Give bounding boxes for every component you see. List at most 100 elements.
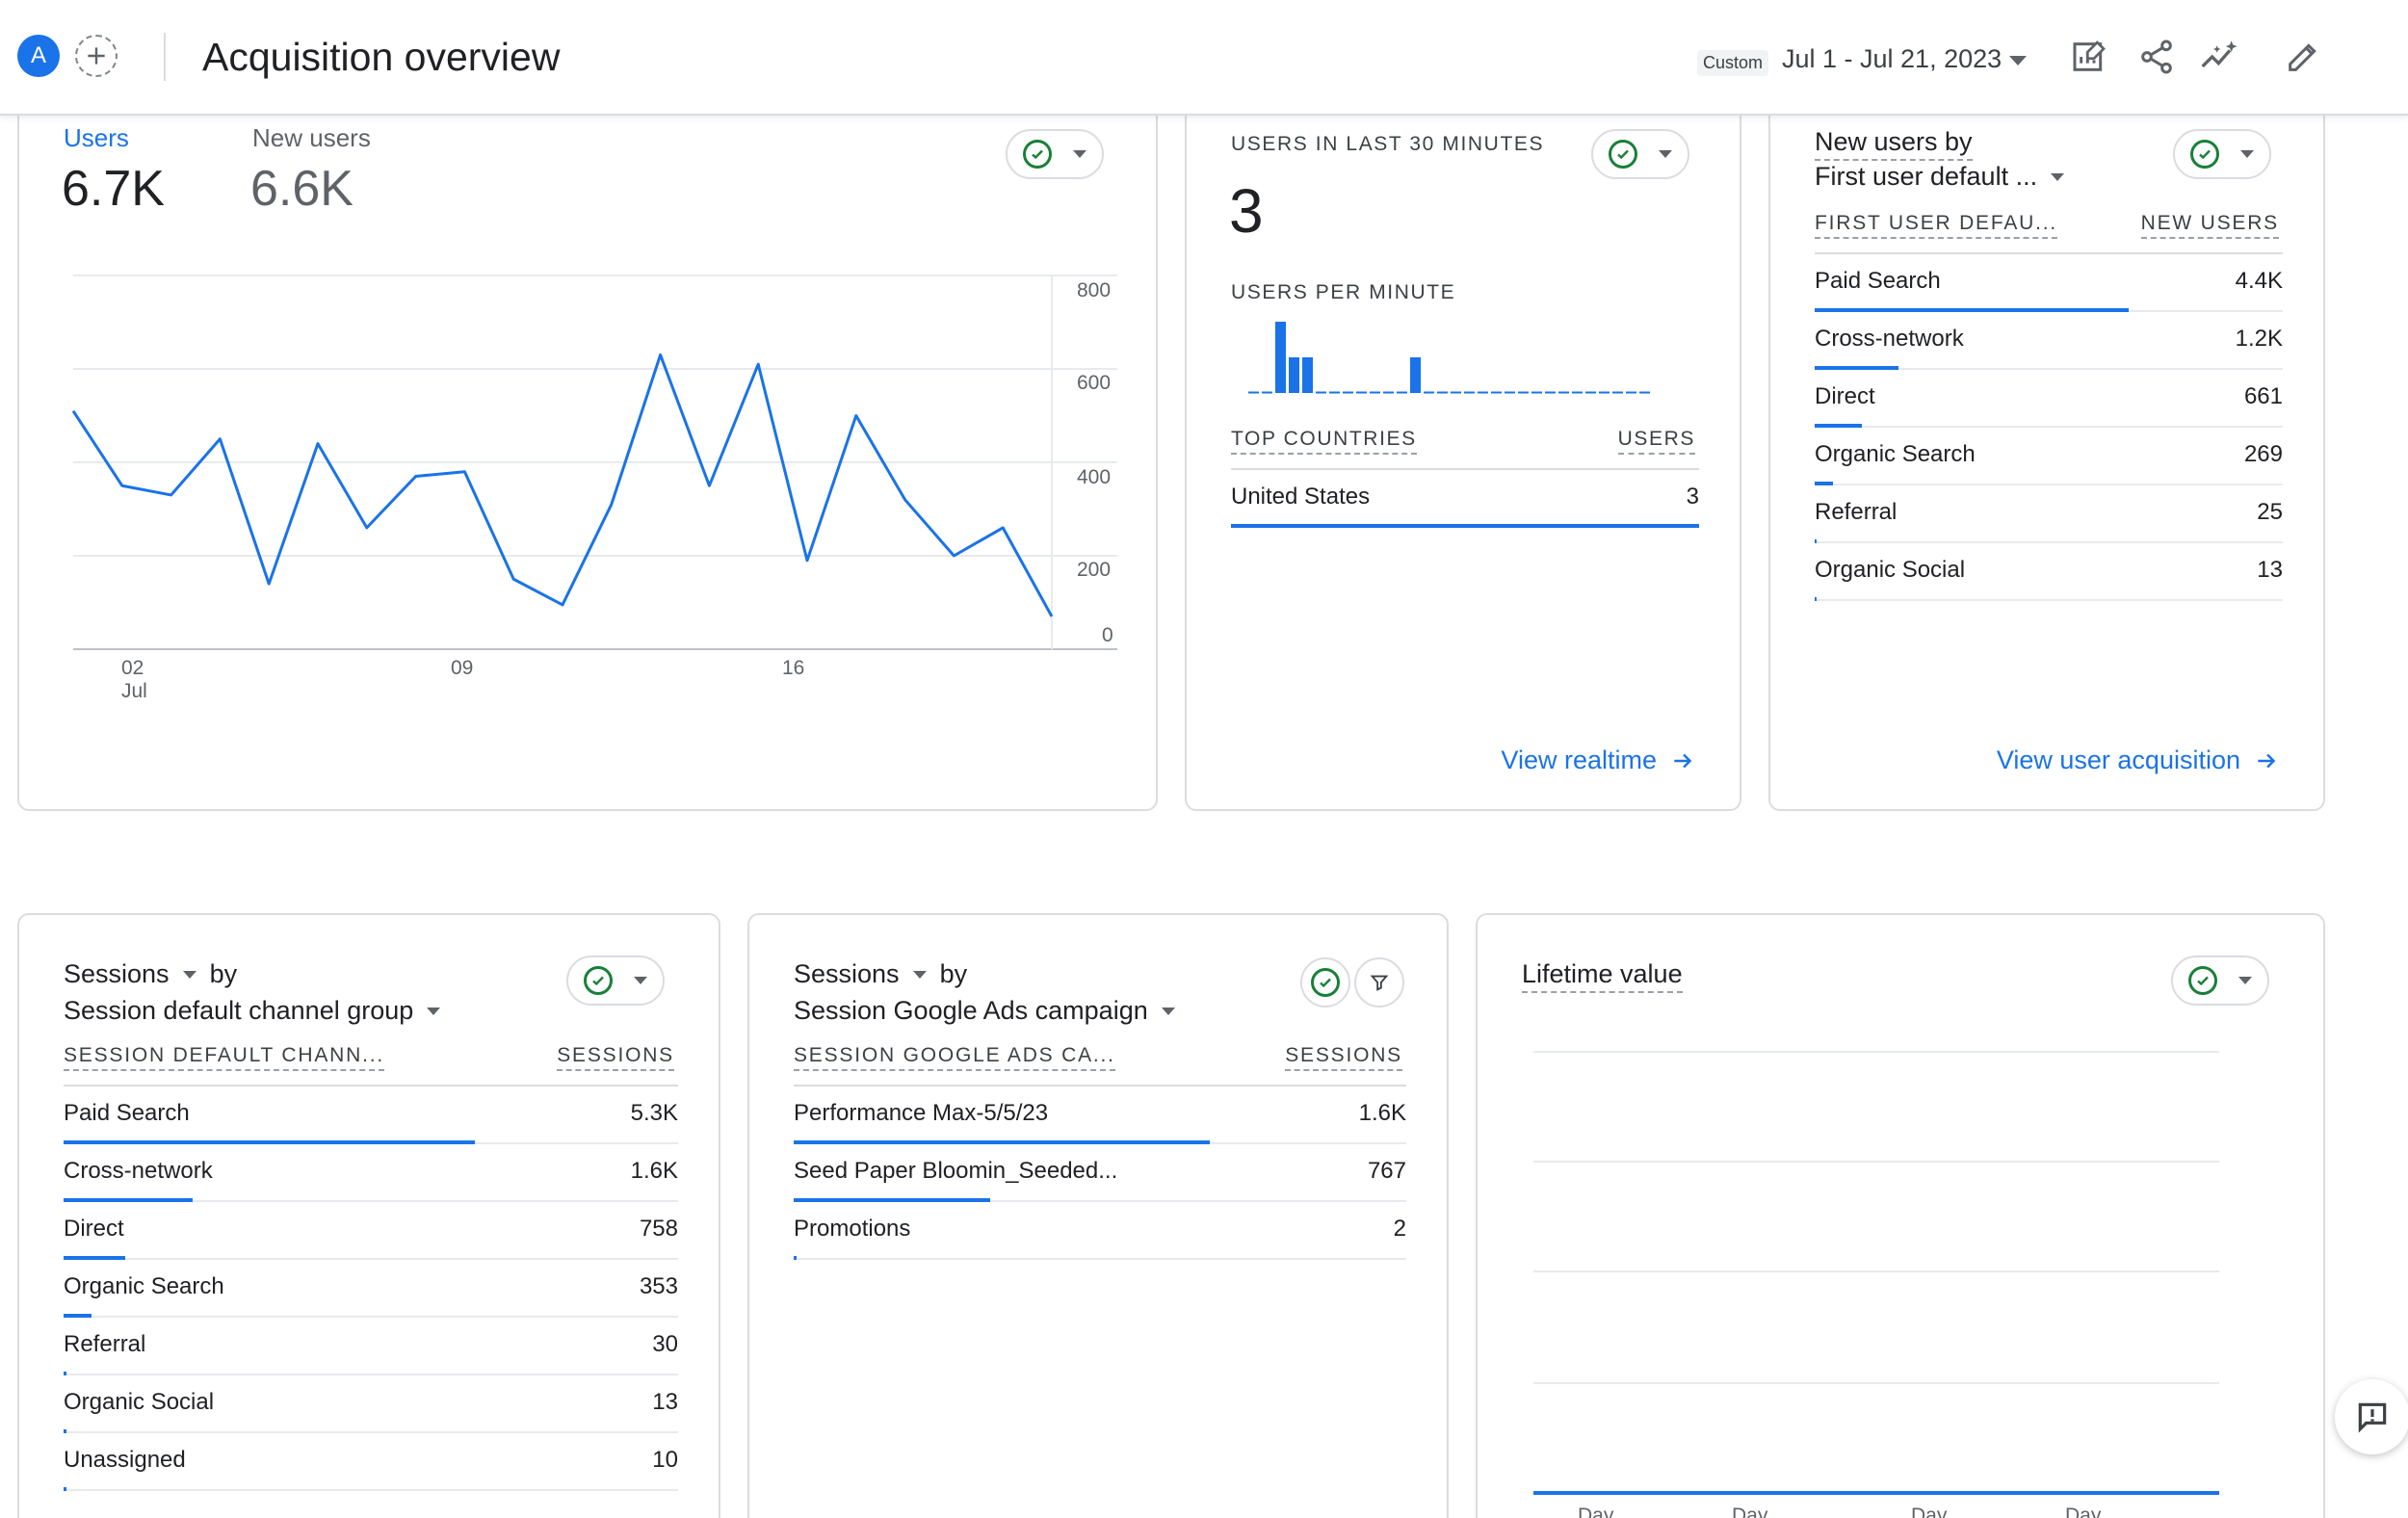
avatar-letter: A xyxy=(30,42,46,68)
row-label: Cross-network xyxy=(64,1158,213,1184)
row-value: 1.6K xyxy=(1358,1100,1406,1126)
comparison-avatar[interactable]: A xyxy=(17,35,60,77)
minute-bar-empty xyxy=(1626,391,1636,394)
users-line-chart xyxy=(71,275,1117,650)
filter-button[interactable] xyxy=(1354,957,1404,1008)
table-row[interactable]: Organic Social 13 xyxy=(1815,543,2283,601)
table-row[interactable]: Direct 661 xyxy=(1815,370,2283,428)
table-row[interactable]: Cross-network 1.6K xyxy=(64,1144,678,1202)
country-value: 3 xyxy=(1686,484,1699,510)
customize-report-button[interactable] xyxy=(2067,35,2111,79)
row-value: 10 xyxy=(652,1447,678,1473)
table-row[interactable]: Organic Social 13 xyxy=(64,1375,678,1433)
x-tick: Day xyxy=(2065,1505,2102,1518)
feedback-button[interactable] xyxy=(2335,1379,2408,1454)
minute-bar-empty xyxy=(1464,391,1475,394)
card-title: New users by xyxy=(1815,127,1973,161)
chevron-down-icon xyxy=(912,970,927,979)
chevron-down-icon xyxy=(2240,150,2254,158)
minute-bar-empty xyxy=(1451,391,1461,394)
table-row[interactable]: Unassigned 10 xyxy=(64,1433,678,1491)
by-label: by xyxy=(209,959,238,988)
chevron-down-icon xyxy=(634,977,647,984)
users-header: USERS xyxy=(1617,428,1695,455)
card-options-pill[interactable] xyxy=(2173,129,2271,179)
row-value: 767 xyxy=(1367,1158,1406,1184)
col-header-sessions: SESSIONS xyxy=(1285,1044,1402,1071)
check-icon xyxy=(1311,968,1340,997)
edit-button[interactable] xyxy=(2281,35,2325,79)
header-divider xyxy=(164,33,166,81)
page-title: Acquisition overview xyxy=(202,35,561,79)
realtime-card: USERS IN LAST 30 MINUTES 3 USERS PER MIN… xyxy=(1185,87,1741,811)
row-label: Organic Search xyxy=(1815,441,1976,467)
table-row[interactable]: Cross-network 1.2K xyxy=(1815,312,2283,370)
metric-label: Sessions xyxy=(64,959,170,988)
row-value: 1.2K xyxy=(2235,326,2283,352)
row-value: 758 xyxy=(639,1216,678,1242)
date-range-picker[interactable]: Jul 1 - Jul 21, 2023 xyxy=(1782,44,2002,74)
chevron-down-icon[interactable] xyxy=(2009,56,2027,65)
metric-selector[interactable]: Sessions by xyxy=(64,959,237,989)
insights-button[interactable] xyxy=(2198,35,2242,79)
edit-icon xyxy=(2289,43,2316,71)
check-button[interactable] xyxy=(1300,957,1350,1008)
row-label: Organic Social xyxy=(1815,557,1966,583)
col-header-dimension: SESSION GOOGLE ADS CA... xyxy=(794,1044,1115,1071)
row-label: Direct xyxy=(1815,383,1875,409)
dimension-label: Session default channel group xyxy=(64,996,414,1025)
table-row[interactable]: Referral 30 xyxy=(64,1318,678,1375)
row-label: Unassigned xyxy=(64,1447,186,1473)
new-users-by-card: New users by First user default ... FIRS… xyxy=(1768,87,2325,811)
x-tick: 16 xyxy=(782,657,805,679)
table-row[interactable]: Promotions 2 xyxy=(794,1202,1406,1260)
table-row[interactable]: Organic Search 269 xyxy=(1815,428,2283,485)
date-badge[interactable]: Custom xyxy=(1697,50,1769,76)
table-row[interactable]: Organic Search 353 xyxy=(64,1260,678,1318)
dimension-selector[interactable]: Session Google Ads campaign xyxy=(794,996,1175,1026)
chevron-down-icon xyxy=(427,1007,441,1015)
row-value: 353 xyxy=(639,1273,678,1299)
minute-bar xyxy=(1410,357,1421,393)
table-row[interactable]: Paid Search 4.4K xyxy=(1815,254,2283,312)
add-comparison-button[interactable] xyxy=(75,35,118,77)
dimension-selector[interactable]: Session default channel group xyxy=(64,996,441,1026)
insights-icon xyxy=(2201,40,2238,68)
x-tick: Day xyxy=(1911,1505,1948,1518)
table-row[interactable]: Paid Search 5.3K xyxy=(64,1086,678,1144)
check-icon xyxy=(584,966,613,995)
y-tick: 200 xyxy=(1077,559,1112,581)
minute-bar xyxy=(1302,357,1313,393)
table-row[interactable]: Performance Max-5/5/23 1.6K xyxy=(794,1086,1406,1144)
table-row[interactable]: Seed Paper Bloomin_Seeded... 767 xyxy=(794,1144,1406,1202)
row-value: 25 xyxy=(2257,499,2283,525)
minute-bar-empty xyxy=(1531,391,1542,394)
check-icon xyxy=(1609,140,1637,169)
row-value: 4.4K xyxy=(2235,268,2283,294)
table-row[interactable]: Direct 758 xyxy=(64,1202,678,1260)
sessions-by-channel-card: Sessions by Session default channel grou… xyxy=(17,913,720,1518)
arrow-right-icon xyxy=(2258,753,2276,768)
filter-icon xyxy=(1370,975,1389,991)
customize-report-icon xyxy=(2073,40,2106,71)
minute-bar-empty xyxy=(1437,391,1448,394)
minute-bar-empty xyxy=(1329,391,1340,394)
row-bar xyxy=(1815,597,1817,601)
minute-bar-empty xyxy=(1491,391,1502,394)
dimension-selector[interactable]: First user default ... xyxy=(1815,162,2065,192)
by-label: by xyxy=(939,959,968,988)
table-row[interactable]: Referral 25 xyxy=(1815,485,2283,543)
metric-selector[interactable]: Sessions by xyxy=(794,959,967,989)
top-bar: A Acquisition overview Custom Jul 1 - Ju… xyxy=(0,0,2408,116)
minute-bar-empty xyxy=(1572,391,1583,394)
share-button[interactable] xyxy=(2134,35,2179,79)
row-value: 30 xyxy=(652,1331,678,1357)
minute-bar-empty xyxy=(1599,391,1610,394)
row-label: Seed Paper Bloomin_Seeded... xyxy=(794,1158,1118,1184)
view-user-acquisition-link[interactable]: View user acquisition xyxy=(1997,746,2279,775)
view-realtime-link[interactable]: View realtime xyxy=(1501,746,1695,775)
card-options-pill[interactable] xyxy=(566,955,665,1006)
table-row[interactable]: United States 3 xyxy=(1231,470,1699,528)
card-options-pill[interactable] xyxy=(1591,129,1689,179)
x-tick: Day xyxy=(1578,1505,1614,1518)
